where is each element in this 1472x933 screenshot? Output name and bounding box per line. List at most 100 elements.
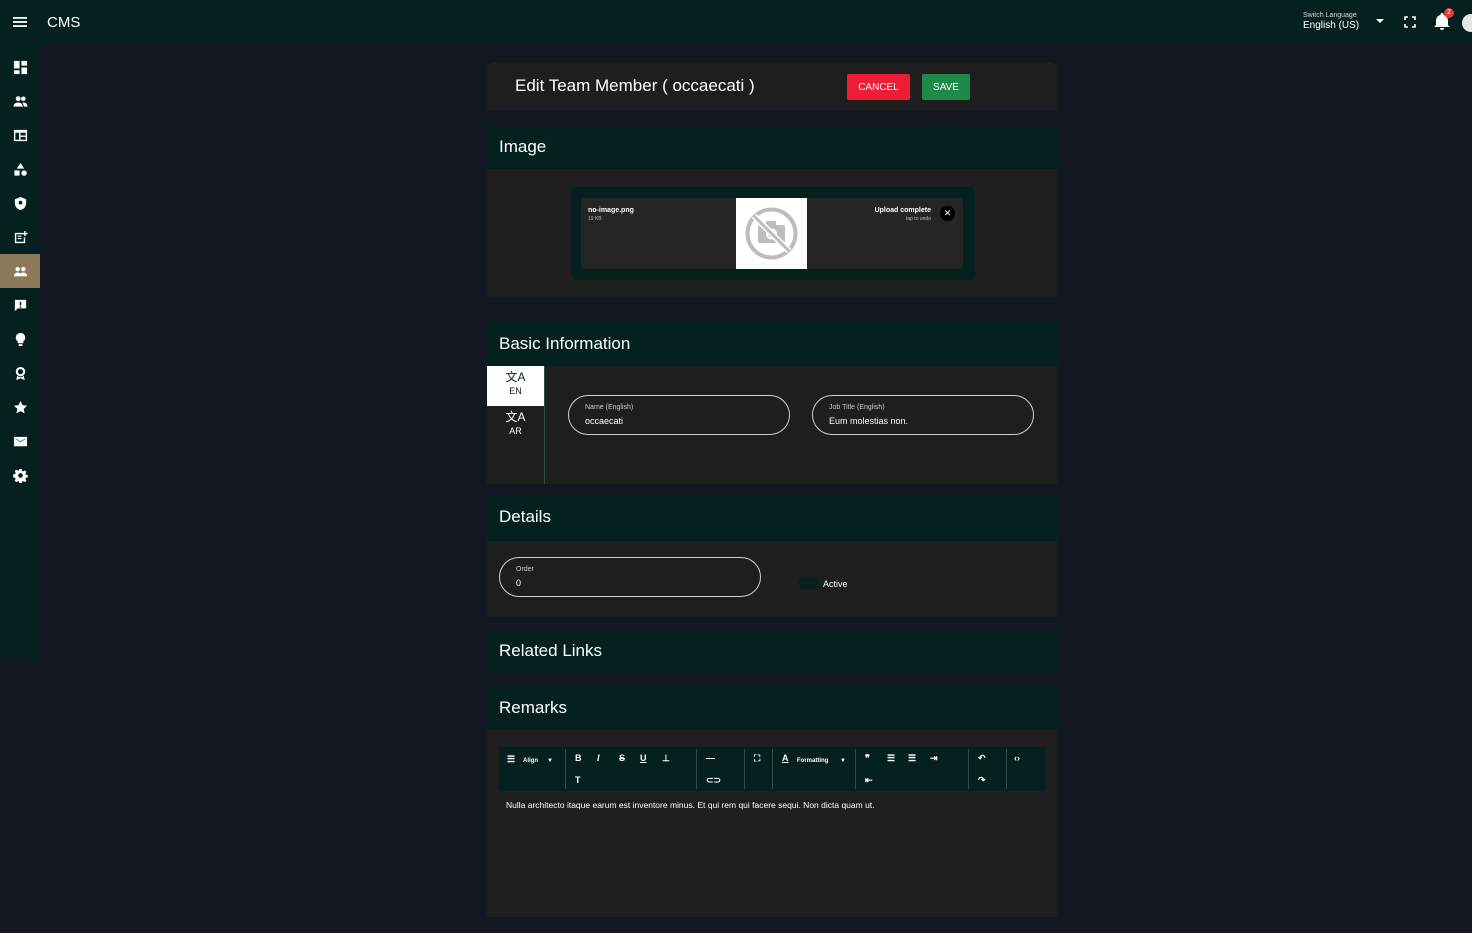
upload-status: Upload complete <box>874 207 931 214</box>
save-button[interactable]: SAVE <box>922 74 970 100</box>
feedback-icon <box>14 299 26 311</box>
bullet-list-icon[interactable]: ☰ <box>887 753 895 763</box>
no-image-icon <box>745 207 798 260</box>
active-label: Active <box>823 579 848 589</box>
sidebar-item-ideas[interactable] <box>0 322 40 356</box>
fullscreen-icon[interactable] <box>1403 15 1417 29</box>
order-field-label: Order <box>516 566 534 573</box>
quote-icon[interactable]: ❞ <box>865 753 870 763</box>
language-value: English (US) <box>1303 20 1360 31</box>
remarks-editor-content[interactable]: Nulla architecto itaque earum est invent… <box>506 800 875 810</box>
undo-icon[interactable]: ↶ <box>978 753 986 763</box>
undo-hint[interactable]: tap to undo <box>906 216 931 222</box>
file-name: no-image.png <box>588 207 634 214</box>
top-bar: CMS Switch Language English (US) 2 <box>0 0 1472 44</box>
strikethrough-icon[interactable]: S <box>619 753 625 763</box>
sidebar-item-reviews[interactable] <box>0 390 40 424</box>
sidebar-item-awards[interactable] <box>0 356 40 390</box>
layout-icon <box>13 129 27 141</box>
details-section: Details Order 0 Active <box>487 495 1057 617</box>
notification-badge: 2 <box>1444 8 1454 18</box>
numbered-list-icon[interactable]: ☰ <box>908 753 916 763</box>
formatting-dropdown[interactable]: Formatting <box>797 756 828 766</box>
language-tabs: 文A EN 文A AR <box>487 366 545 484</box>
section-header: Image <box>487 125 1057 169</box>
chevron-down-icon[interactable]: ▼ <box>840 756 846 766</box>
sidebar-item-posts[interactable] <box>0 220 40 254</box>
award-icon <box>15 366 25 380</box>
section-header: Related Links <box>487 629 1057 673</box>
name-field[interactable]: Name (English) occaecati <box>568 395 790 435</box>
mail-icon <box>13 436 27 446</box>
sidebar-item-categories[interactable] <box>0 152 40 186</box>
shield-icon <box>14 196 26 210</box>
team-icon <box>13 266 27 276</box>
app-title: CMS <box>47 14 81 31</box>
dashboard-icon <box>13 60 27 74</box>
fullscreen-icon[interactable]: ⛶ <box>754 753 760 763</box>
hamburger-menu-icon[interactable] <box>12 14 28 30</box>
name-field-value[interactable]: occaecati <box>585 416 623 426</box>
translate-icon: 文A <box>505 410 526 424</box>
italic-icon[interactable]: I <box>597 753 600 763</box>
section-header: Details <box>487 495 1057 541</box>
indent-icon[interactable]: ⇥ <box>930 753 938 763</box>
tab-label: EN <box>509 386 522 396</box>
order-field[interactable]: Order 0 <box>499 557 761 597</box>
sidebar-item-messages[interactable] <box>0 424 40 458</box>
editor-toolbar: ☰ Align ▼ B I S U ⊥ T — ⊂⊃ ⛶ A Formattin… <box>499 747 1045 791</box>
lightbulb-icon <box>15 332 25 346</box>
code-view-icon[interactable]: ‹› <box>1014 753 1020 763</box>
section-header: Remarks <box>487 686 1057 730</box>
related-links-section: Related Links <box>487 629 1057 673</box>
job-title-field-label: Job Title (English) <box>829 404 885 411</box>
remarks-section: Remarks ☰ Align ▼ B I S U ⊥ T — ⊂⊃ ⛶ A F… <box>487 686 1057 917</box>
sidebar-item-security[interactable] <box>0 186 40 220</box>
job-title-field[interactable]: Job Title (English) Eum molestias non. <box>812 395 1034 435</box>
redo-icon[interactable]: ↷ <box>978 775 986 785</box>
job-title-field-value[interactable]: Eum molestias non. <box>829 416 908 426</box>
sidebar-item-settings[interactable] <box>0 458 40 492</box>
page-title: Edit Team Member ( occaecati ) <box>515 76 755 95</box>
section-title: Basic Information <box>499 334 631 353</box>
avatar[interactable] <box>1462 14 1472 32</box>
sidebar-item-dashboard[interactable] <box>0 50 40 84</box>
chevron-down-icon[interactable]: ▼ <box>547 756 553 766</box>
file-size: 19 KB <box>588 216 602 222</box>
sidebar-item-team[interactable] <box>0 254 40 288</box>
image-upload-dropzone[interactable]: no-image.png 19 KB Upload complete tap t… <box>571 187 975 280</box>
active-toggle[interactable] <box>799 577 819 589</box>
cancel-button[interactable]: CANCEL <box>847 74 910 100</box>
language-switcher[interactable]: Switch Language English (US) <box>1303 12 1359 31</box>
chevron-down-icon[interactable] <box>1376 19 1384 23</box>
edit-header: Edit Team Member ( occaecati ) CANCEL SA… <box>487 62 1057 110</box>
align-dropdown[interactable]: Align <box>523 756 538 766</box>
text-color-icon[interactable]: A <box>782 753 789 763</box>
bold-icon[interactable]: B <box>575 753 582 763</box>
subscript-icon[interactable]: ⊥ <box>662 753 670 763</box>
tab-label: AR <box>509 426 522 436</box>
sidebar-item-pages[interactable] <box>0 118 40 152</box>
superscript-icon[interactable]: T <box>575 775 581 785</box>
upload-item: no-image.png 19 KB Upload complete tap t… <box>581 198 963 269</box>
underline-icon[interactable]: U <box>640 753 647 763</box>
horizontal-rule-icon[interactable]: — <box>706 753 715 763</box>
sidebar-item-testimonials[interactable] <box>0 288 40 322</box>
section-title: Details <box>499 507 551 526</box>
image-section: Image no-image.png 19 KB Upload complete… <box>487 125 1057 298</box>
translate-icon: 文A <box>505 370 526 384</box>
tab-en[interactable]: 文A EN <box>487 366 544 406</box>
language-caption: Switch Language <box>1303 12 1357 19</box>
link-icon[interactable]: ⊂⊃ <box>706 775 721 785</box>
outdent-icon[interactable]: ⇤ <box>865 775 873 785</box>
users-icon <box>12 95 28 107</box>
section-title: Related Links <box>499 641 603 660</box>
order-field-value[interactable]: 0 <box>516 578 521 588</box>
sidebar <box>0 44 40 660</box>
tab-ar[interactable]: 文A AR <box>487 406 544 446</box>
sidebar-item-users[interactable] <box>0 84 40 118</box>
section-title: Image <box>499 137 547 156</box>
star-icon <box>13 400 27 413</box>
close-icon[interactable]: ✕ <box>940 206 955 221</box>
align-left-icon[interactable]: ☰ <box>507 754 515 764</box>
